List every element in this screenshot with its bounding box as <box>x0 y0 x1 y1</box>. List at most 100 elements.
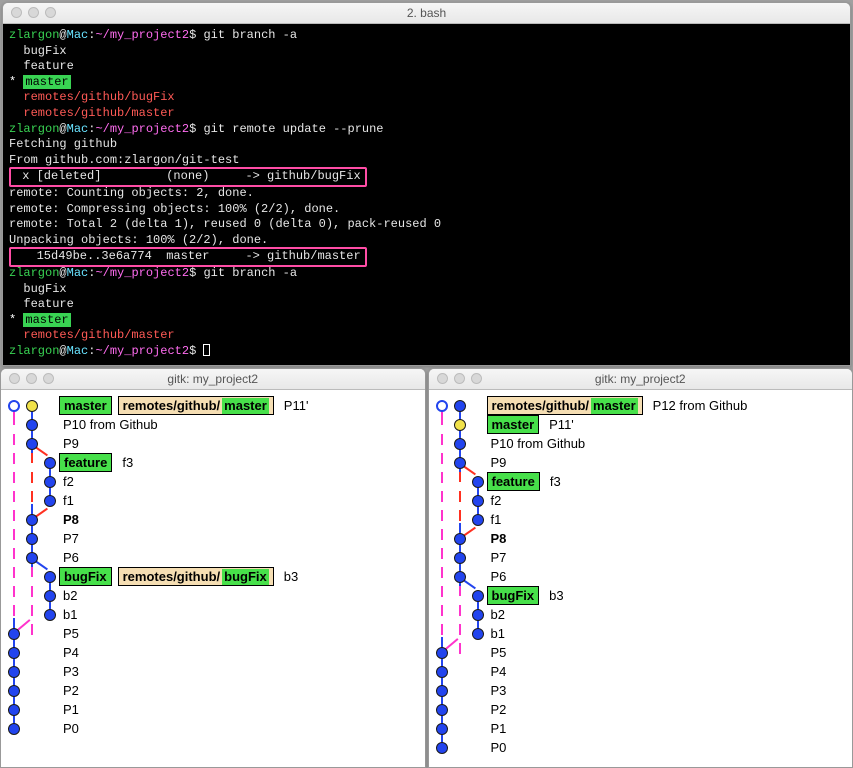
commit-row[interactable]: P4 <box>5 643 421 662</box>
commit-message: P0 <box>63 721 79 736</box>
commit-row[interactable]: P0 <box>433 738 849 757</box>
commit-message: P2 <box>63 683 79 698</box>
commit-row[interactable]: P6 <box>433 567 849 586</box>
zoom-icon[interactable] <box>45 7 56 18</box>
graph-lane <box>23 419 41 431</box>
gitk-titlebar-left[interactable]: gitk: my_project2 <box>1 369 425 390</box>
commit-row[interactable]: P3 <box>433 681 849 700</box>
commit-dot-icon <box>8 685 20 697</box>
zoom-icon[interactable] <box>43 373 54 384</box>
commit-row[interactable]: bugFixremotes/github/bugFixb3 <box>5 567 421 586</box>
graph-lane <box>41 590 59 602</box>
commit-message: P5 <box>63 626 79 641</box>
commit-message: P4 <box>63 645 79 660</box>
commit-row[interactable]: P9 <box>433 453 849 472</box>
local-branch-tag[interactable]: master <box>59 396 112 415</box>
gitk-titlebar-right[interactable]: gitk: my_project2 <box>429 369 853 390</box>
terminal-titlebar[interactable]: 2. bash <box>3 3 850 24</box>
close-icon[interactable] <box>437 373 448 384</box>
commit-row[interactable]: f2 <box>433 491 849 510</box>
commit-row[interactable]: P0 <box>5 719 421 738</box>
remote-branch-tag[interactable]: remotes/github/bugFix <box>118 567 274 586</box>
gitk-window-left: gitk: my_project2 master remotes/github/m… <box>0 368 426 768</box>
commit-dot-icon <box>472 590 484 602</box>
commit-dot-icon <box>472 495 484 507</box>
commit-dot-icon <box>26 419 38 431</box>
commit-dot-icon <box>454 457 466 469</box>
commit-message: P11' <box>284 398 309 413</box>
commit-message: P3 <box>491 683 507 698</box>
commit-row[interactable]: P9 <box>5 434 421 453</box>
commit-row[interactable]: b2 <box>433 605 849 624</box>
commit-row[interactable]: remotes/github/masterP12 from Github <box>433 396 849 415</box>
local-branch-tag[interactable]: feature <box>487 472 540 491</box>
commit-row[interactable]: P1 <box>433 719 849 738</box>
graph-lane <box>433 742 451 754</box>
minimize-icon[interactable] <box>28 7 39 18</box>
graph-lane <box>23 533 41 545</box>
local-branch-tag[interactable]: master <box>487 415 540 434</box>
graph-lane <box>433 723 451 735</box>
commit-row[interactable]: P4 <box>433 662 849 681</box>
commit-row[interactable]: P1 <box>5 700 421 719</box>
commit-row[interactable]: f2 <box>5 472 421 491</box>
graph-lane <box>469 628 487 640</box>
gitk-graph-left[interactable]: master remotes/github/master P11' P10 from … <box>1 390 425 748</box>
commit-dot-icon <box>454 571 466 583</box>
commit-row[interactable]: P10 from Github <box>5 415 421 434</box>
commit-row[interactable]: P6 <box>5 548 421 567</box>
window-lights <box>437 373 482 384</box>
commit-row[interactable]: P5 <box>5 624 421 643</box>
commit-row[interactable]: P5 <box>433 643 849 662</box>
commit-row[interactable]: b1 <box>433 624 849 643</box>
graph-lane <box>5 704 23 716</box>
commit-row[interactable]: P8 <box>433 529 849 548</box>
remote-branch-tag[interactable]: remotes/github/master <box>118 396 274 415</box>
commit-row[interactable]: b2 <box>5 586 421 605</box>
zoom-icon[interactable] <box>471 373 482 384</box>
commit-row[interactable]: bugFixb3 <box>433 586 849 605</box>
graph-lane <box>469 514 487 526</box>
head-commit-icon <box>454 419 466 431</box>
gitk-graph-right[interactable]: remotes/github/masterP12 from Githubmast… <box>429 390 853 767</box>
commit-row[interactable]: b1 <box>5 605 421 624</box>
commit-message: P6 <box>63 550 79 565</box>
graph-lane <box>469 609 487 621</box>
close-icon[interactable] <box>9 373 20 384</box>
commit-row[interactable]: P10 from Github <box>433 434 849 453</box>
remote-branch-tag[interactable]: remotes/github/master <box>487 396 643 415</box>
terminal-output[interactable]: zlargon@Mac:~/my_project2$ git branch -a… <box>3 24 850 365</box>
close-icon[interactable] <box>11 7 22 18</box>
commit-message: P1 <box>491 721 507 736</box>
gitk-title-left: gitk: my_project2 <box>167 372 258 386</box>
graph-lane <box>469 476 487 488</box>
commit-dot-icon <box>454 400 466 412</box>
commit-row[interactable]: P2 <box>5 681 421 700</box>
commit-row[interactable]: P7 <box>5 529 421 548</box>
commit-message: P7 <box>63 531 79 546</box>
graph-lane <box>5 685 23 697</box>
window-lights <box>11 7 56 18</box>
commit-message: P4 <box>491 664 507 679</box>
commit-dot-icon <box>44 590 56 602</box>
commit-message: P9 <box>491 455 507 470</box>
commit-row[interactable]: f1 <box>5 491 421 510</box>
commit-row[interactable]: P8 <box>5 510 421 529</box>
commit-row[interactable]: master remotes/github/master P11' <box>5 396 421 415</box>
commit-dot-icon <box>454 552 466 564</box>
local-branch-tag[interactable]: bugFix <box>59 567 112 586</box>
gitk-window-right: gitk: my_project2 remotes/github/masterP… <box>428 368 853 768</box>
commit-row[interactable]: P3 <box>5 662 421 681</box>
commit-row[interactable]: masterP11' <box>433 415 849 434</box>
local-branch-tag[interactable]: bugFix <box>487 586 540 605</box>
commit-row[interactable]: f1 <box>433 510 849 529</box>
commit-dot-icon <box>436 647 448 659</box>
local-branch-tag[interactable]: feature <box>59 453 112 472</box>
minimize-icon[interactable] <box>26 373 37 384</box>
commit-row[interactable]: featuref3 <box>5 453 421 472</box>
minimize-icon[interactable] <box>454 373 465 384</box>
commit-row[interactable]: P7 <box>433 548 849 567</box>
graph-lane <box>5 628 23 640</box>
commit-row[interactable]: P2 <box>433 700 849 719</box>
commit-row[interactable]: featuref3 <box>433 472 849 491</box>
